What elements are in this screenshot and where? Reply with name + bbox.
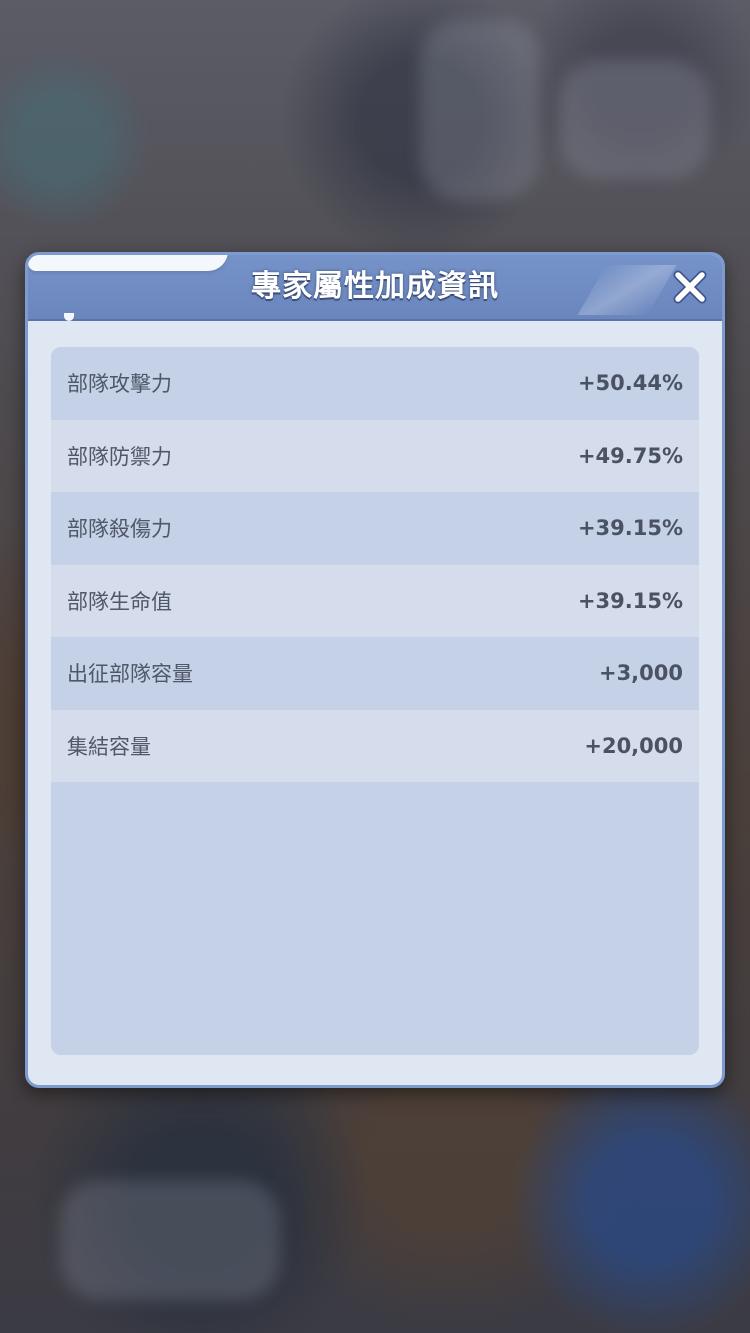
stat-label: 部隊防禦力: [67, 444, 172, 469]
stat-row-rally-capacity: 集結容量 +20,000: [51, 709, 699, 782]
stat-row-troop-defense: 部隊防禦力 +49.75%: [51, 419, 699, 492]
dialog-title: 專家屬性加成資訊: [251, 269, 499, 304]
close-icon: [673, 270, 707, 304]
dialog-header: 專家屬性加成資訊: [28, 255, 722, 321]
stat-row-troop-lethality: 部隊殺傷力 +39.15%: [51, 492, 699, 565]
stat-row-troop-attack: 部隊攻擊力 +50.44%: [51, 347, 699, 420]
close-button[interactable]: [668, 265, 712, 309]
stat-value: +50.44%: [577, 371, 683, 396]
stat-value: +20,000: [584, 733, 683, 758]
attribute-bonus-dialog: 專家屬性加成資訊 部隊攻擊力 +50.44% 部隊防禦力 +49.75% 部隊殺…: [25, 252, 725, 1088]
stat-list: 部隊攻擊力 +50.44% 部隊防禦力 +49.75% 部隊殺傷力 +39.15…: [51, 347, 699, 782]
stat-label: 部隊生命值: [67, 589, 172, 614]
stat-label: 集結容量: [67, 734, 151, 759]
stat-row-march-capacity: 出征部隊容量 +3,000: [51, 637, 699, 710]
blurred-tower: [420, 20, 540, 200]
stat-value: +3,000: [598, 661, 683, 686]
stat-label: 部隊殺傷力: [67, 517, 172, 542]
stat-value: +39.15%: [577, 588, 683, 613]
stat-value: +39.15%: [577, 516, 683, 541]
stat-label: 部隊攻擊力: [67, 372, 172, 397]
game-background: 專家屬性加成資訊 部隊攻擊力 +50.44% 部隊防禦力 +49.75% 部隊殺…: [0, 0, 750, 1333]
stat-row-troop-health: 部隊生命值 +39.15%: [51, 564, 699, 637]
stat-label: 出征部隊容量: [67, 662, 193, 687]
stat-value: +49.75%: [577, 443, 683, 468]
blurred-building: [560, 60, 710, 180]
stats-panel: 部隊攻擊力 +50.44% 部隊防禦力 +49.75% 部隊殺傷力 +39.15…: [51, 347, 699, 1055]
blurred-structure: [60, 1180, 280, 1300]
